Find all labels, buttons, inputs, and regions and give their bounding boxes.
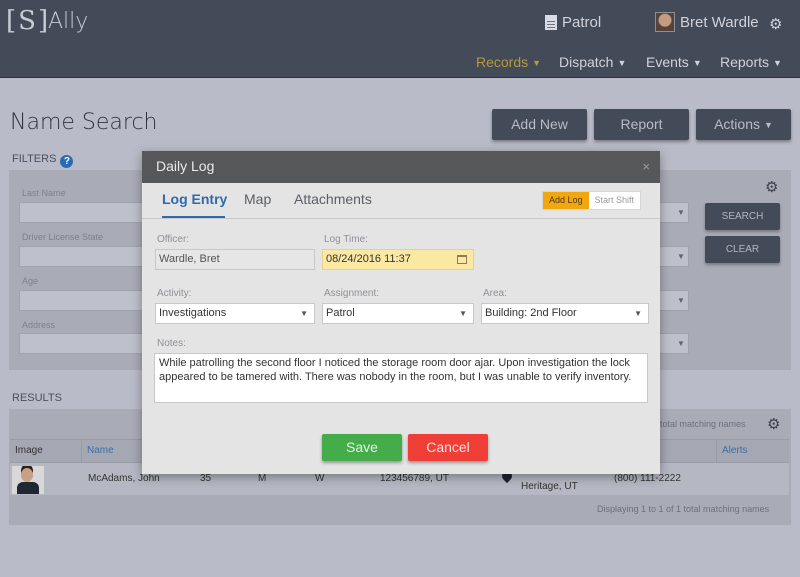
caret-down-icon: ▼: [692, 58, 702, 69]
result-sex: M: [258, 473, 267, 484]
tab-map[interactable]: Map: [244, 191, 271, 207]
address-label: Address: [22, 320, 56, 330]
results-heading: RESULTS: [12, 392, 62, 404]
result-phone: (800) 111-2222: [614, 473, 681, 484]
nav-dispatch[interactable]: Dispatch ▼: [559, 54, 626, 70]
add-log-button[interactable]: Add Log: [543, 192, 589, 209]
page-title: Name Search: [10, 110, 158, 135]
nav-reports[interactable]: Reports ▼: [720, 54, 782, 70]
results-count-bottom: Displaying 1 to 1 of 1 total matching na…: [597, 504, 770, 514]
add-new-button[interactable]: Add New: [492, 109, 587, 140]
person-photo: [12, 466, 44, 494]
driver-license-state-label: Driver License State: [22, 232, 104, 242]
last-name-label: Last Name: [22, 188, 66, 198]
caret-down-icon: ▼: [459, 309, 467, 318]
caret-down-icon: ▼: [677, 252, 685, 261]
save-button[interactable]: Save: [322, 434, 402, 461]
document-icon: [545, 15, 557, 30]
shift-indicator[interactable]: Patrol: [545, 14, 601, 31]
modal-title: Daily Log: [156, 158, 215, 174]
report-button[interactable]: Report: [594, 109, 689, 140]
log-time-field[interactable]: 08/24/2016 11:37: [322, 249, 474, 270]
caret-down-icon: ▼: [764, 119, 773, 130]
cancel-button[interactable]: Cancel: [408, 434, 488, 461]
shift-label: Patrol: [562, 14, 602, 31]
officer-field: Wardle, Bret: [155, 249, 315, 270]
close-icon[interactable]: ×: [642, 159, 650, 174]
tab-attachments[interactable]: Attachments: [294, 191, 372, 207]
search-button[interactable]: SEARCH: [705, 203, 780, 230]
column-header-image: Image: [10, 440, 82, 462]
caret-down-icon: ▼: [677, 339, 685, 348]
clear-button[interactable]: CLEAR: [705, 236, 780, 263]
calendar-icon[interactable]: [457, 255, 467, 264]
start-shift-button[interactable]: Start Shift: [589, 192, 641, 209]
app-name: Ally: [48, 9, 89, 34]
nav-events[interactable]: Events ▼: [646, 54, 702, 70]
notes-textarea[interactable]: While patrolling the second floor I noti…: [154, 353, 648, 403]
avatar: [655, 12, 675, 32]
modal-header: Daily Log ×: [142, 151, 660, 183]
result-name[interactable]: McAdams, John: [88, 473, 160, 484]
log-time-label: Log Time:: [324, 234, 368, 245]
daily-log-modal: Daily Log × Log Entry Map Attachments Ad…: [142, 151, 660, 474]
user-name: Bret Wardle: [680, 13, 759, 31]
main-nav: Records ▼ Dispatch ▼ Events ▼ Reports ▼: [0, 54, 800, 74]
area-select[interactable]: Building: 2nd Floor ▼: [481, 303, 649, 324]
caret-down-icon: ▼: [532, 58, 542, 69]
nav-records[interactable]: Records ▼: [476, 54, 541, 70]
top-bar: [S] Ally Patrol Bret Wardle ⚙ Records ▼ D…: [0, 0, 800, 78]
caret-down-icon: ▼: [300, 309, 308, 318]
results-count-top: total matching names: [660, 419, 746, 429]
gear-icon[interactable]: ⚙: [767, 415, 780, 433]
tab-log-entry[interactable]: Log Entry: [162, 191, 227, 207]
caret-down-icon: ▼: [773, 58, 782, 69]
age-label: Age: [22, 276, 39, 286]
user-menu[interactable]: Bret Wardle: [655, 12, 759, 32]
activity-label: Activity:: [157, 288, 192, 299]
result-race: W: [315, 473, 325, 484]
officer-label: Officer:: [157, 234, 190, 245]
area-label: Area:: [483, 288, 507, 299]
help-icon[interactable]: ?: [60, 155, 74, 168]
caret-down-icon: ▼: [617, 58, 627, 69]
gear-icon[interactable]: ⚙: [769, 15, 782, 33]
active-tab-indicator: [162, 216, 225, 218]
assignment-select[interactable]: Patrol ▼: [322, 303, 474, 324]
result-age: 35: [200, 473, 212, 484]
notes-label: Notes:: [157, 338, 186, 349]
caret-down-icon: ▼: [677, 296, 685, 305]
column-header-alerts[interactable]: Alerts: [716, 440, 789, 462]
caret-down-icon: ▼: [677, 208, 685, 217]
assignment-label: Assignment:: [324, 288, 380, 299]
filters-heading: FILTERS?: [12, 153, 74, 168]
caret-down-icon: ▼: [634, 309, 642, 318]
actions-button[interactable]: Actions ▼: [696, 109, 791, 140]
result-address: Heritage, UT: [521, 481, 578, 492]
result-license: 123456789, UT: [380, 473, 449, 484]
app-logo: [S]: [6, 6, 51, 36]
gear-icon[interactable]: ⚙: [765, 178, 778, 196]
log-mode-toggle: Add Log Start Shift: [542, 191, 642, 210]
activity-select[interactable]: Investigations ▼: [155, 303, 315, 324]
